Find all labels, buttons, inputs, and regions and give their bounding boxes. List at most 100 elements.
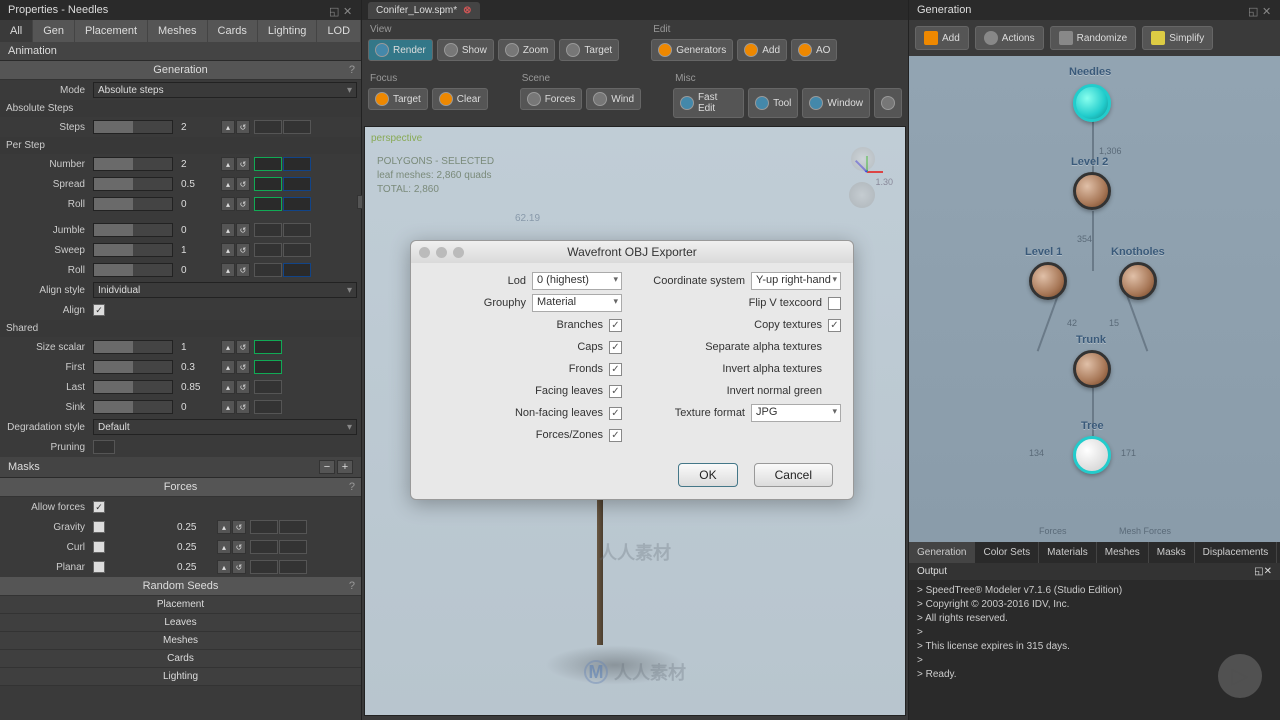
animation-bar[interactable]: Animation — [0, 42, 361, 61]
generators-button[interactable]: Generators — [651, 39, 733, 61]
align-checkbox[interactable]: ✓ — [93, 304, 105, 316]
detach-icon[interactable]: ◱ — [1254, 566, 1263, 577]
tool-button[interactable]: Tool — [748, 88, 798, 118]
forces-section: Forces? — [0, 478, 361, 497]
back-button[interactable] — [874, 88, 902, 118]
close-icon[interactable]: ✕ — [1264, 566, 1272, 577]
forceszones-checkbox[interactable]: ✓ — [609, 429, 622, 442]
camera-gizmo-icon[interactable] — [849, 182, 875, 208]
node-level1[interactable] — [1029, 262, 1067, 300]
node-needles[interactable] — [1073, 84, 1111, 122]
output-log[interactable]: > SpeedTree® Modeler v7.1.6 (Studio Edit… — [909, 580, 1280, 720]
btab-materials[interactable]: Materials — [1039, 542, 1097, 563]
dimension-label: 62.19 — [515, 213, 540, 224]
wind-button[interactable]: Wind — [586, 88, 641, 110]
gen-add-button[interactable]: Add — [915, 26, 969, 50]
reset-icon[interactable]: ↺ — [236, 120, 250, 134]
target-button[interactable]: Target — [559, 39, 619, 61]
node-trunk[interactable] — [1073, 350, 1111, 388]
ok-button[interactable]: OK — [678, 463, 737, 487]
gen-actions-button[interactable]: Actions — [975, 26, 1044, 50]
dialog-titlebar[interactable]: Wavefront OBJ Exporter — [411, 241, 853, 263]
tab-all[interactable]: All — [0, 20, 33, 42]
spin-up-icon[interactable]: ▴ — [221, 120, 235, 134]
tab-cards[interactable]: Cards — [208, 20, 258, 42]
tab-placement[interactable]: Placement — [75, 20, 148, 42]
help-icon[interactable]: ? — [349, 481, 355, 493]
btab-masks[interactable]: Masks — [1149, 542, 1195, 563]
file-tab[interactable]: Conifer_Low.spm*⊗ — [368, 2, 480, 19]
ao-button[interactable]: AO — [791, 39, 837, 61]
btab-meshes[interactable]: Meshes — [1097, 542, 1149, 563]
tab-lod[interactable]: LOD — [317, 20, 361, 42]
seed-lighting[interactable]: Lighting — [0, 668, 361, 686]
degradation-select[interactable]: Default — [93, 419, 357, 435]
gen-randomize-button[interactable]: Randomize — [1050, 26, 1137, 50]
ao-icon — [798, 43, 812, 57]
close-icon[interactable]: ✕ — [1262, 5, 1272, 15]
simplify-icon — [1151, 31, 1165, 45]
wind-icon — [593, 92, 607, 106]
node-level2[interactable] — [1073, 172, 1111, 210]
tab-meshes[interactable]: Meshes — [148, 20, 208, 42]
branches-checkbox[interactable]: ✓ — [609, 319, 622, 332]
show-button[interactable]: Show — [437, 39, 494, 61]
gen-simplify-button[interactable]: Simplify — [1142, 26, 1213, 50]
seed-cards[interactable]: Cards — [0, 650, 361, 668]
seed-meshes[interactable]: Meshes — [0, 632, 361, 650]
focus-target-button[interactable]: Target — [368, 88, 428, 110]
seed-placement[interactable]: Placement — [0, 596, 361, 614]
fronds-checkbox[interactable]: ✓ — [609, 363, 622, 376]
add-button[interactable]: Add — [737, 39, 787, 61]
detach-icon[interactable]: ◱ — [1248, 5, 1258, 15]
mode-select[interactable]: Absolute steps — [93, 82, 357, 98]
seed-leaves[interactable]: Leaves — [0, 614, 361, 632]
fastedit-button[interactable]: Fast Edit — [673, 88, 744, 118]
remove-mask-button[interactable]: − — [319, 460, 335, 474]
properties-tabs: All Gen Placement Meshes Cards Lighting … — [0, 20, 361, 42]
btab-displacements[interactable]: Displacements — [1195, 542, 1278, 563]
node-knotholes[interactable] — [1119, 262, 1157, 300]
node-tree[interactable] — [1073, 436, 1111, 474]
allowforces-checkbox[interactable]: ✓ — [93, 501, 105, 513]
window-icon — [809, 96, 823, 110]
nonfacing-checkbox[interactable]: ✓ — [609, 407, 622, 420]
cancel-button[interactable]: Cancel — [754, 463, 833, 487]
copytex-checkbox[interactable]: ✓ — [828, 319, 841, 332]
close-file-icon[interactable]: ⊗ — [463, 5, 471, 16]
clear-button[interactable]: Clear — [432, 88, 488, 110]
facing-checkbox[interactable]: ✓ — [609, 385, 622, 398]
steps-slider[interactable] — [93, 120, 173, 134]
curve-swatch[interactable] — [254, 120, 282, 134]
render-button[interactable]: Render — [368, 39, 433, 61]
caps-checkbox[interactable]: ✓ — [609, 341, 622, 354]
texfmt-select[interactable]: JPG — [751, 404, 841, 422]
add-mask-button[interactable]: + — [337, 460, 353, 474]
tab-lighting[interactable]: Lighting — [258, 20, 318, 42]
file-tabs: Conifer_Low.spm*⊗ — [362, 0, 908, 20]
lod-select[interactable]: 0 (highest) — [532, 272, 622, 290]
arrow-left-icon — [881, 96, 895, 110]
btab-colorsets[interactable]: Color Sets — [975, 542, 1039, 563]
random-seeds-section: Random Seeds? — [0, 577, 361, 596]
play-overlay-icon[interactable]: ▷ — [1218, 654, 1262, 698]
pruning-swatch[interactable] — [93, 440, 115, 454]
help-icon[interactable]: ? — [349, 580, 355, 592]
groupby-select[interactable]: Material — [532, 294, 622, 312]
detach-icon[interactable]: ◱ — [329, 5, 339, 15]
alignstyle-select[interactable]: Inidvidual — [93, 282, 357, 298]
light-gizmo-icon[interactable] — [851, 147, 875, 171]
close-icon[interactable]: ✕ — [343, 5, 353, 15]
window-button[interactable]: Window — [802, 88, 870, 118]
coord-select[interactable]: Y-up right-hand — [751, 272, 841, 290]
tab-gen[interactable]: Gen — [33, 20, 75, 42]
forces-button[interactable]: Forces — [520, 88, 583, 110]
btab-generation[interactable]: Generation — [909, 542, 975, 563]
watermark: M人人素材 — [584, 659, 686, 685]
zoom-button[interactable]: Zoom — [498, 39, 556, 61]
flipv-checkbox[interactable] — [828, 297, 841, 310]
generator-graph[interactable]: Needles 1,306 Level 2 354 Level 1 Knotho… — [909, 56, 1280, 542]
masks-header: Masks−+ — [0, 457, 361, 478]
viewport-stats: POLYGONS - SELECTED leaf meshes: 2,860 q… — [377, 155, 494, 197]
help-icon[interactable]: ? — [349, 64, 355, 76]
